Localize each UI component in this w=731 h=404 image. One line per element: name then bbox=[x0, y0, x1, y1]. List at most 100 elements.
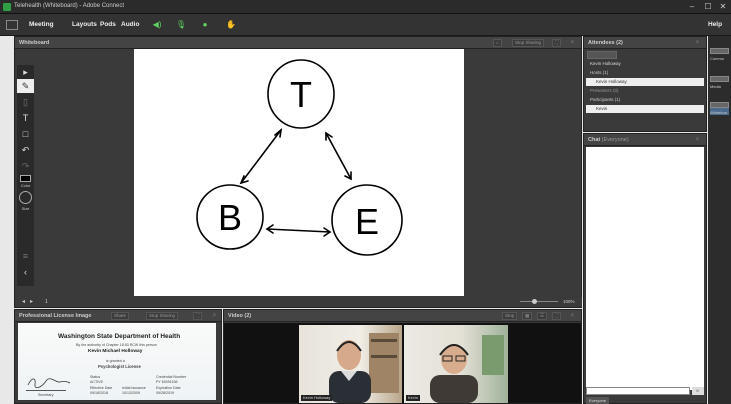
video-feed-participant-name: Kevin bbox=[406, 395, 421, 401]
expiration-label: Expiration Date bbox=[156, 386, 181, 390]
video-title: Video (2) bbox=[228, 313, 252, 319]
video-grid-icon[interactable]: ▦ bbox=[522, 312, 533, 320]
speaker-icon[interactable]: ◀) bbox=[148, 19, 166, 31]
webcam-icon[interactable]: ● bbox=[196, 19, 214, 31]
license-header: Professional License Image Share Stop Sh… bbox=[15, 310, 221, 322]
layout-thumb-commo[interactable]: Commo bbox=[710, 48, 729, 61]
group-hosts[interactable]: Hosts (1) bbox=[586, 69, 704, 77]
menu-pods[interactable]: Pods bbox=[100, 21, 116, 28]
video-feed-host[interactable]: Kevin Holloway bbox=[299, 325, 402, 403]
undo-icon[interactable]: ↶ bbox=[17, 143, 34, 157]
effective-label: Effective Date bbox=[90, 386, 113, 390]
status-label: Status bbox=[90, 375, 101, 379]
license-authority: By the authority of Chapter 18.83 RCW th… bbox=[76, 343, 157, 347]
minimize-button[interactable]: – bbox=[686, 1, 698, 13]
attendee-host[interactable]: Kevin Holloway bbox=[586, 78, 704, 86]
my-status-row[interactable]: Kevin Holloway bbox=[586, 60, 704, 68]
attendees-pod: Attendees (2) ≡ Kevin Holloway Hosts (1)… bbox=[583, 36, 707, 132]
highlighter-tool-icon[interactable]: ▯ bbox=[17, 95, 34, 109]
layout-thumb-whiteboard[interactable]: Whiteboa bbox=[710, 102, 729, 115]
page-number: 1 bbox=[45, 299, 48, 305]
clear-icon[interactable]: ≡ bbox=[17, 249, 34, 263]
person-silhouette-icon-2 bbox=[430, 335, 504, 403]
attendees-menu-icon[interactable]: ≡ bbox=[694, 39, 701, 47]
whiteboard-footer: ◂ ▸ 1 100% bbox=[17, 297, 582, 307]
chat-header: Chat (Everyone) ≡ bbox=[584, 134, 706, 146]
video-feed-host-name: Kevin Holloway bbox=[301, 395, 333, 401]
maximize-button[interactable]: ☐ bbox=[702, 1, 714, 13]
credential-label: Credential Number bbox=[156, 375, 187, 379]
select-tool-icon[interactable]: ▸ bbox=[17, 65, 34, 79]
attendee-participant[interactable]: Kevin bbox=[586, 105, 704, 113]
license-share-button[interactable]: Share bbox=[111, 312, 130, 320]
whiteboard-header: Whiteboard ⌂ Stop Sharing ⛶ ≡ bbox=[15, 37, 581, 49]
attendees-header: Attendees (2) ≡ bbox=[584, 37, 706, 49]
attendee-view-toggle[interactable] bbox=[587, 51, 617, 59]
page-next-icon[interactable]: ▸ bbox=[30, 298, 33, 305]
adobe-connect-icon bbox=[3, 3, 11, 11]
size-circle-icon[interactable] bbox=[19, 191, 32, 204]
arrow-t-b bbox=[240, 129, 282, 184]
menubar: Meeting Layouts Pods Audio ◀) 🎙 ● ✋ Help bbox=[0, 14, 731, 36]
initial-label: Initial Issuance bbox=[122, 386, 146, 390]
color-swatch[interactable] bbox=[20, 175, 31, 182]
effective-value: 09/18/2018 bbox=[90, 391, 108, 395]
license-holder-name: Kevin Michael Holloway bbox=[88, 349, 143, 354]
group-presenters[interactable]: Presenters (0) bbox=[586, 87, 704, 95]
whiteboard-options-icon[interactable]: ⌂ bbox=[493, 39, 502, 47]
raise-hand-icon[interactable]: ✋ bbox=[222, 19, 240, 31]
license-document: Washington State Department of Health By… bbox=[18, 323, 216, 400]
initial-value: 10/13/2009 bbox=[122, 391, 140, 395]
shape-tool-icon[interactable]: □ bbox=[17, 127, 34, 141]
whiteboard-menu-icon[interactable]: ≡ bbox=[569, 39, 576, 47]
chat-message-input[interactable] bbox=[586, 387, 690, 395]
license-heading: Washington State Department of Health bbox=[58, 333, 181, 340]
letter-t: T bbox=[290, 74, 312, 115]
license-type: Psychologist License bbox=[98, 364, 141, 369]
whiteboard-canvas[interactable]: T B E bbox=[134, 49, 464, 296]
whiteboard-fullscreen-icon[interactable]: ⛶ bbox=[552, 39, 562, 47]
connect-logo-icon bbox=[6, 20, 18, 30]
license-menu-icon[interactable]: ≡ bbox=[211, 312, 218, 320]
arrow-t-e bbox=[325, 132, 352, 180]
text-tool-icon[interactable]: T bbox=[17, 111, 34, 125]
video-feed-participant[interactable]: Kevin bbox=[404, 325, 508, 403]
license-granted: is granted a bbox=[106, 359, 125, 363]
microphone-icon[interactable]: 🎙 bbox=[172, 19, 190, 31]
license-stop-sharing-button[interactable]: Stop Sharing bbox=[146, 312, 179, 320]
pencil-tool-icon[interactable]: ✎ bbox=[17, 79, 34, 93]
close-button[interactable]: ✕ bbox=[717, 1, 729, 13]
license-title: Professional License Image bbox=[19, 313, 92, 319]
group-participants[interactable]: Participants (1) bbox=[586, 96, 704, 104]
menu-layouts[interactable]: Layouts bbox=[72, 21, 97, 28]
video-stop-button[interactable]: Stop bbox=[502, 312, 518, 320]
video-pod: Video (2) Stop ▦ ☰ ⛶ ≡ Kevin Holloway Ke… bbox=[223, 309, 582, 404]
video-stage bbox=[224, 323, 581, 403]
page-prev-icon[interactable]: ◂ bbox=[22, 298, 25, 305]
window-title: Telehealth (Whiteboard) - Adobe Connect bbox=[14, 3, 125, 9]
chat-send-icon[interactable]: ▹ bbox=[692, 387, 704, 395]
secretary-label: Secretary bbox=[38, 393, 54, 397]
layout-thumb-media[interactable]: Media bbox=[710, 76, 729, 89]
collapse-toolbar-icon[interactable]: ‹ bbox=[17, 265, 34, 279]
video-filmstrip-icon[interactable]: ☰ bbox=[537, 312, 548, 320]
zoom-slider[interactable] bbox=[520, 301, 558, 302]
license-fullscreen-icon[interactable]: ⛶ bbox=[193, 312, 203, 320]
window-titlebar: Telehealth (Whiteboard) - Adobe Connect … bbox=[0, 0, 731, 14]
color-label: Color bbox=[20, 183, 31, 188]
zoom-slider-handle[interactable] bbox=[532, 299, 537, 304]
chat-menu-icon[interactable]: ≡ bbox=[694, 136, 701, 144]
menu-help[interactable]: Help bbox=[708, 21, 722, 28]
zoom-level[interactable]: 100% bbox=[563, 299, 575, 304]
attendees-title: Attendees (2) bbox=[588, 40, 623, 46]
chat-messages bbox=[586, 147, 704, 390]
credential-value: PY 60091156 bbox=[156, 380, 178, 384]
redo-icon[interactable]: ↷ bbox=[17, 159, 34, 173]
arrow-b-e bbox=[266, 228, 331, 233]
video-fullscreen-icon[interactable]: ⛶ bbox=[552, 312, 562, 320]
menu-audio[interactable]: Audio bbox=[121, 21, 139, 28]
video-menu-icon[interactable]: ≡ bbox=[569, 312, 576, 320]
whiteboard-stop-sharing-button[interactable]: Stop Sharing bbox=[512, 39, 545, 47]
chat-tab-everyone[interactable]: Everyone bbox=[586, 397, 609, 404]
menu-meeting[interactable]: Meeting bbox=[29, 21, 54, 28]
